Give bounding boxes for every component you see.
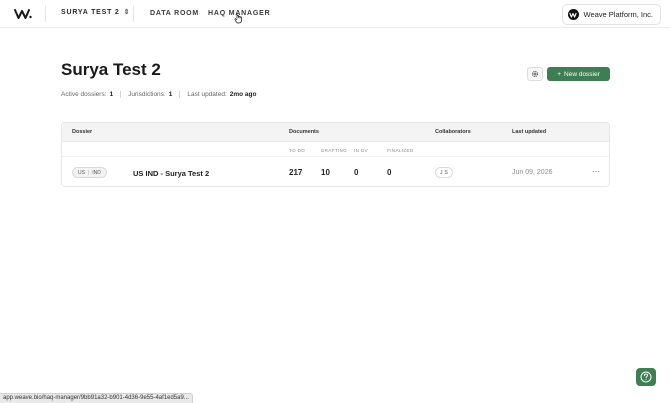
- subcol-finalized: FINALIZED: [387, 148, 414, 153]
- row-last-updated: Jun 09, 2026: [512, 169, 553, 176]
- subcol-todo: TO DO: [289, 148, 306, 153]
- table-header: Dossier Documents Collaborators Last upd…: [62, 123, 609, 142]
- question-circle-icon: [640, 371, 652, 383]
- project-name: SURYA TEST 2: [61, 9, 120, 16]
- last-updated-label: Last updated:: [187, 91, 227, 98]
- jurisdictions-label: Jurisdictions:: [128, 91, 166, 98]
- col-collaborators: Collaborators: [435, 129, 471, 135]
- dossier-name-link[interactable]: US IND - Surya Test 2: [133, 169, 209, 178]
- nav-divider: [133, 6, 134, 22]
- plus-icon: +: [557, 70, 562, 78]
- project-stats: Active dossiers: 1 Jurisdictions: 1 Last…: [61, 91, 257, 98]
- weave-logo-icon[interactable]: [14, 7, 32, 21]
- top-nav: SURYA TEST 2 ⇕ DATA ROOM HAQ MANAGER Wea…: [0, 0, 670, 28]
- subcol-in-dv: IN DV: [354, 148, 369, 153]
- new-dossier-button[interactable]: + New dossier: [547, 67, 610, 81]
- col-last-updated: Last updated: [512, 129, 547, 135]
- collaborator-initial: S: [444, 169, 448, 176]
- org-switcher[interactable]: Weave Platform, Inc.: [561, 4, 661, 25]
- drafting-count: 10: [321, 168, 330, 177]
- col-dossier: Dossier: [72, 129, 93, 135]
- jurisdiction-tag: US | IND: [72, 167, 107, 178]
- col-documents: Documents: [289, 129, 319, 135]
- row-divider: [62, 156, 609, 157]
- collaborator-initial: J: [440, 169, 443, 176]
- gear-icon: [531, 70, 539, 78]
- active-dossiers-value: 1: [109, 91, 114, 98]
- more-options-icon[interactable]: ⋯: [592, 167, 601, 176]
- finalized-count: 0: [387, 168, 392, 177]
- org-name: Weave Platform, Inc.: [583, 10, 653, 19]
- collaborators-badge[interactable]: J S: [435, 167, 453, 178]
- jurisdictions-value: 1: [168, 91, 173, 98]
- link-preview-url: app.weave.bio/haq-manager/9bb91a32-b901-…: [0, 393, 193, 403]
- hand-cursor-icon: [234, 13, 242, 24]
- page-title: Surya Test 2: [61, 60, 161, 79]
- org-avatar: [567, 9, 579, 20]
- application-type: IND: [92, 169, 101, 176]
- project-switcher[interactable]: SURYA TEST 2 ⇕: [61, 9, 130, 16]
- tag-separator: |: [87, 169, 90, 176]
- in-dv-count: 0: [354, 168, 359, 177]
- dossier-table: Dossier Documents Collaborators Last upd…: [61, 122, 610, 187]
- chevron-updown-icon: ⇕: [123, 9, 131, 16]
- settings-button[interactable]: [527, 67, 543, 81]
- country-code: US: [78, 169, 85, 176]
- last-updated-value: 2mo ago: [229, 91, 257, 98]
- subcol-drafting: DRAFTING: [321, 148, 348, 153]
- todo-count: 217: [289, 168, 303, 177]
- stats-divider: [179, 91, 181, 98]
- nav-data-room[interactable]: DATA ROOM: [150, 10, 199, 17]
- active-dossiers-label: Active dossiers:: [61, 91, 107, 98]
- nav-divider: [45, 6, 46, 22]
- new-dossier-label: New dossier: [564, 70, 600, 78]
- weave-logo-icon: [569, 12, 577, 18]
- help-button[interactable]: [636, 368, 656, 386]
- stats-divider: [120, 91, 122, 98]
